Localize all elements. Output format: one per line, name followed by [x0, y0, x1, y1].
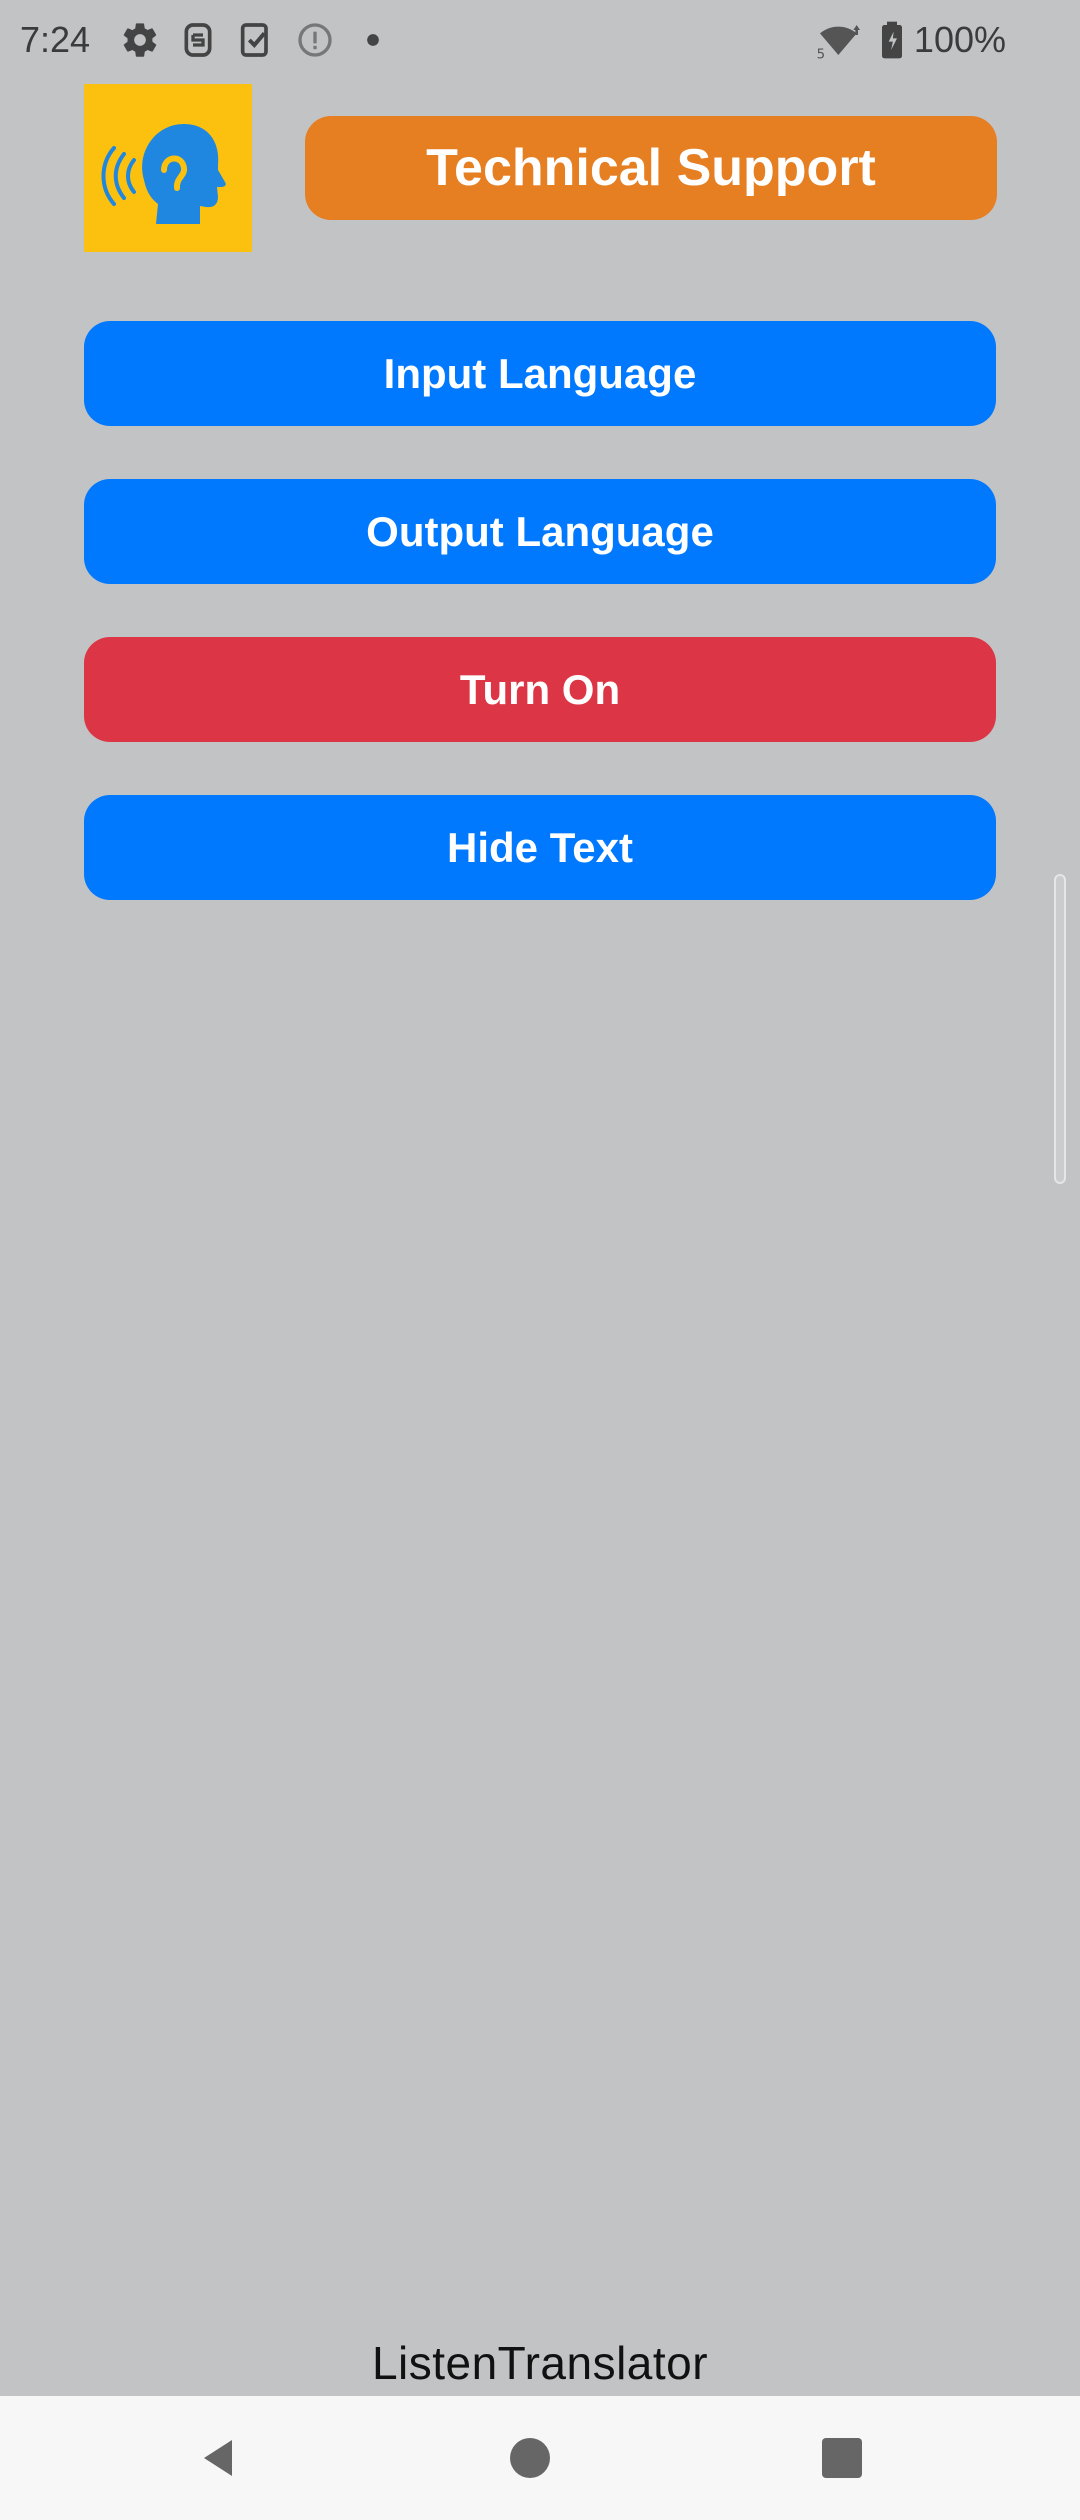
home-icon[interactable] — [506, 2434, 554, 2482]
app-logo — [84, 84, 252, 252]
status-bar: 7:24 5 100% — [0, 0, 1080, 82]
turn-on-button[interactable]: Turn On — [84, 637, 996, 742]
back-icon[interactable] — [194, 2434, 242, 2482]
gear-icon — [120, 20, 160, 60]
listening-head-icon — [101, 124, 226, 224]
technical-support-button[interactable]: Technical Support — [305, 116, 997, 220]
output-language-button[interactable]: Output Language — [84, 479, 996, 584]
app-name: ListenTranslator — [371, 2337, 709, 2389]
input-language-button[interactable]: Input Language — [84, 321, 996, 426]
wifi-icon: 5 — [812, 20, 868, 62]
clipboard-check-icon — [236, 20, 276, 60]
sim-icon — [178, 20, 218, 60]
battery-icon — [880, 20, 910, 60]
recents-icon[interactable] — [818, 2434, 866, 2482]
dot-icon — [353, 20, 393, 60]
status-time: 7:24 — [20, 19, 91, 60]
info-circle-icon — [295, 20, 335, 60]
navigation-bar — [0, 2396, 1080, 2520]
scrollbar[interactable] — [1054, 874, 1066, 1184]
svg-text:5: 5 — [817, 47, 825, 60]
battery-percent: 100% — [913, 19, 1006, 60]
hide-text-button[interactable]: Hide Text — [84, 795, 996, 900]
